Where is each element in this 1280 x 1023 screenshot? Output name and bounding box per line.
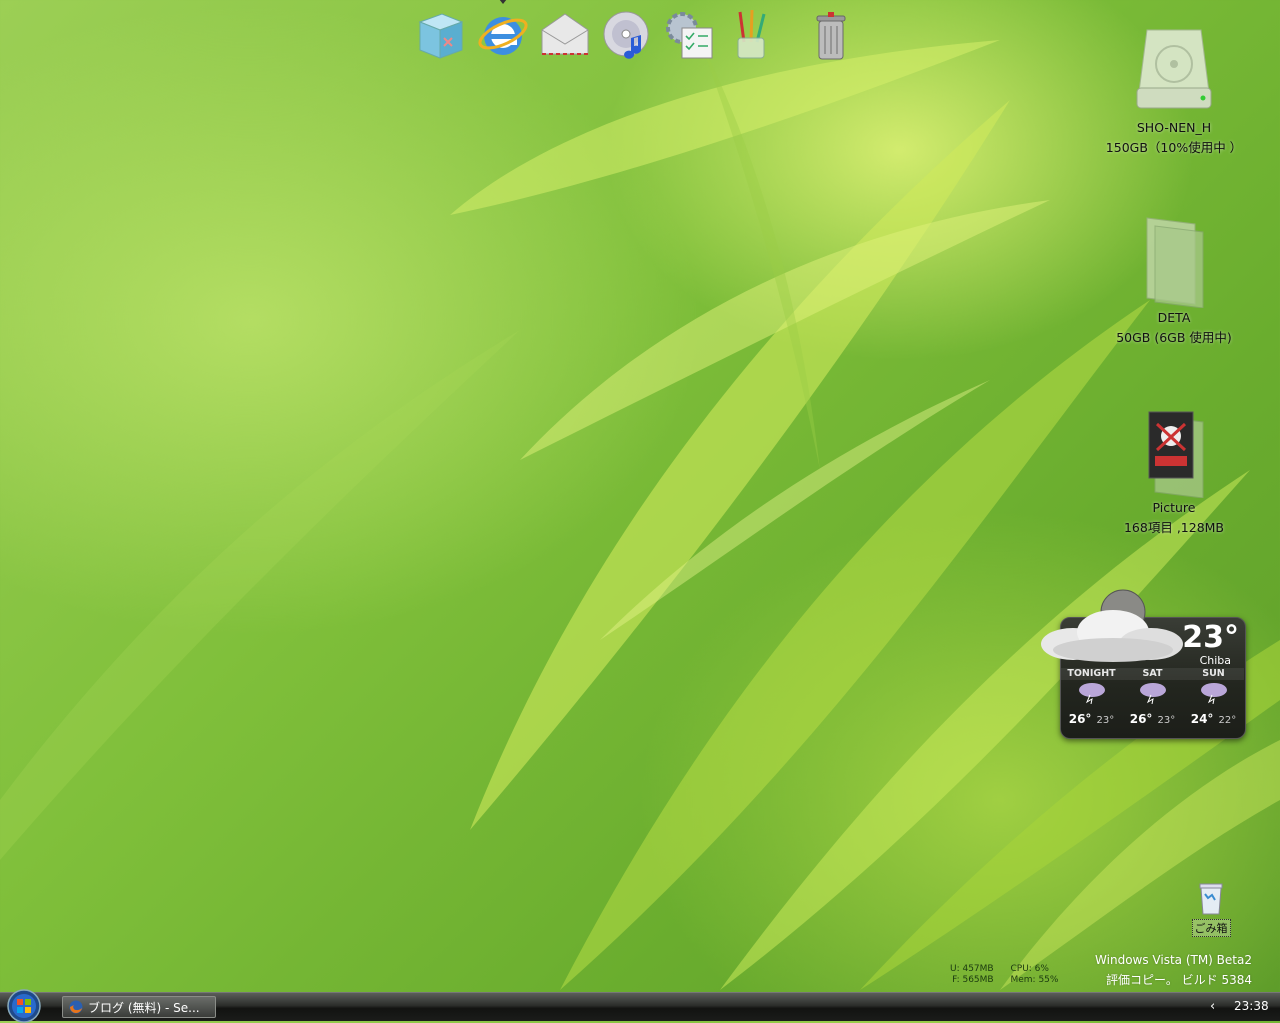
firefox-icon [69,1000,83,1014]
recycle-bin-icon [1199,883,1223,915]
forecast-day: SAT 26° 23° [1122,668,1183,727]
forecast-high: 26° [1068,712,1092,726]
thunderstorm-icon [1139,683,1166,705]
dock-item-mail[interactable] [536,4,594,66]
forecast-high: 24° [1190,712,1214,726]
forecast-low: 23° [1096,715,1115,726]
folder-name: Picture [1152,500,1196,515]
taskbar: ブログ (無料) - Se... ‹ 23:38 [0,989,1280,1023]
memory-free: F: 565MB [952,975,994,985]
dock-item-itunes[interactable] [598,4,656,66]
watermark-line2: 評価コピー。 ビルド 5384 [1105,973,1252,987]
system-monitor: U: 457MB F: 565MB CPU: 6% Mem: 55% [950,964,1072,986]
desktop-icon-recycle-bin[interactable]: ごみ箱 [1186,880,1236,937]
trash-can-icon [816,12,846,60]
memory-used: U: 457MB [950,964,994,974]
forecast-day-name: SUN [1183,668,1244,680]
hard-drive-icon [1136,29,1212,109]
forecast-low: 22° [1218,715,1237,726]
running-indicator [499,0,507,4]
forecast-row: TONIGHT 26° 23° SAT 26° 23° SUN 24° 22° [1061,668,1245,727]
folder-icon [1146,217,1204,308]
taskbar-button-label: ブログ (無料) - Se... [88,1000,200,1015]
gear-checklist-icon [666,12,713,59]
mem-usage: Mem: 55% [1010,975,1059,985]
folder-info: 168項目 ,128MB [1123,520,1225,535]
dock-item-finder-box[interactable] [412,4,470,66]
start-orb-icon[interactable] [4,987,44,1023]
build-watermark: Windows Vista (TM) Beta2 評価コピー。 ビルド 5384 [1095,950,1252,990]
desktop-icon-drive-deta[interactable]: DETA 50GB (6GB 使用中) [1094,212,1254,348]
desktop-icon-picture-folder[interactable]: Picture 168項目 ,128MB [1094,402,1254,538]
forecast-high: 26° [1129,712,1153,726]
moon-cloud-icon [1041,589,1183,662]
drive-name: DETA [1157,310,1191,325]
taskbar-button-firefox[interactable]: ブログ (無料) - Se... [62,996,216,1018]
pencil-cup-icon [737,9,766,59]
dock-item-internet-explorer[interactable] [474,0,532,66]
tray-expand-arrow[interactable]: ‹ [1210,999,1215,1014]
forecast-day: TONIGHT 26° 23° [1061,668,1122,727]
dock-item-system-preferences[interactable] [660,4,718,66]
cd-music-icon [603,11,649,59]
weather-gadget[interactable]: 23° Chiba TONIGHT 26° 23° SAT 26° 23° SU… [1041,589,1246,739]
internet-explorer-icon [478,17,528,55]
dock-item-pencil-cup[interactable] [722,4,780,66]
forecast-day: SUN 24° 22° [1183,668,1244,727]
thunderstorm-icon [1078,683,1105,705]
watermark-line1: Windows Vista (TM) Beta2 [1095,953,1252,967]
glass-box-icon [418,13,464,59]
weather-city: Chiba [1199,654,1231,667]
wallpaper-leaves [0,40,1280,990]
current-temperature: 23° [1182,620,1239,655]
cpu-usage: CPU: 6% [1010,964,1049,974]
thunderstorm-icon [1200,683,1227,705]
forecast-low: 23° [1157,715,1176,726]
dock-item-trash[interactable] [802,4,860,66]
dock [412,0,860,70]
taskbar-clock[interactable]: 23:38 [1234,999,1269,1013]
envelope-icon [541,13,589,55]
recycle-bin-label: ごみ箱 [1191,919,1231,937]
forecast-day-name: SAT [1122,668,1183,680]
picture-folder-icon [1148,411,1204,498]
drive-name: SHO-NEN_H [1136,120,1212,135]
forecast-day-name: TONIGHT [1061,668,1122,680]
drive-info: 50GB (6GB 使用中) [1116,330,1232,345]
desktop-icon-drive-sho-nen[interactable]: SHO-NEN_H 150GB（10%使用中 ） [1094,22,1254,158]
drive-info: 150GB（10%使用中 ） [1105,140,1243,155]
